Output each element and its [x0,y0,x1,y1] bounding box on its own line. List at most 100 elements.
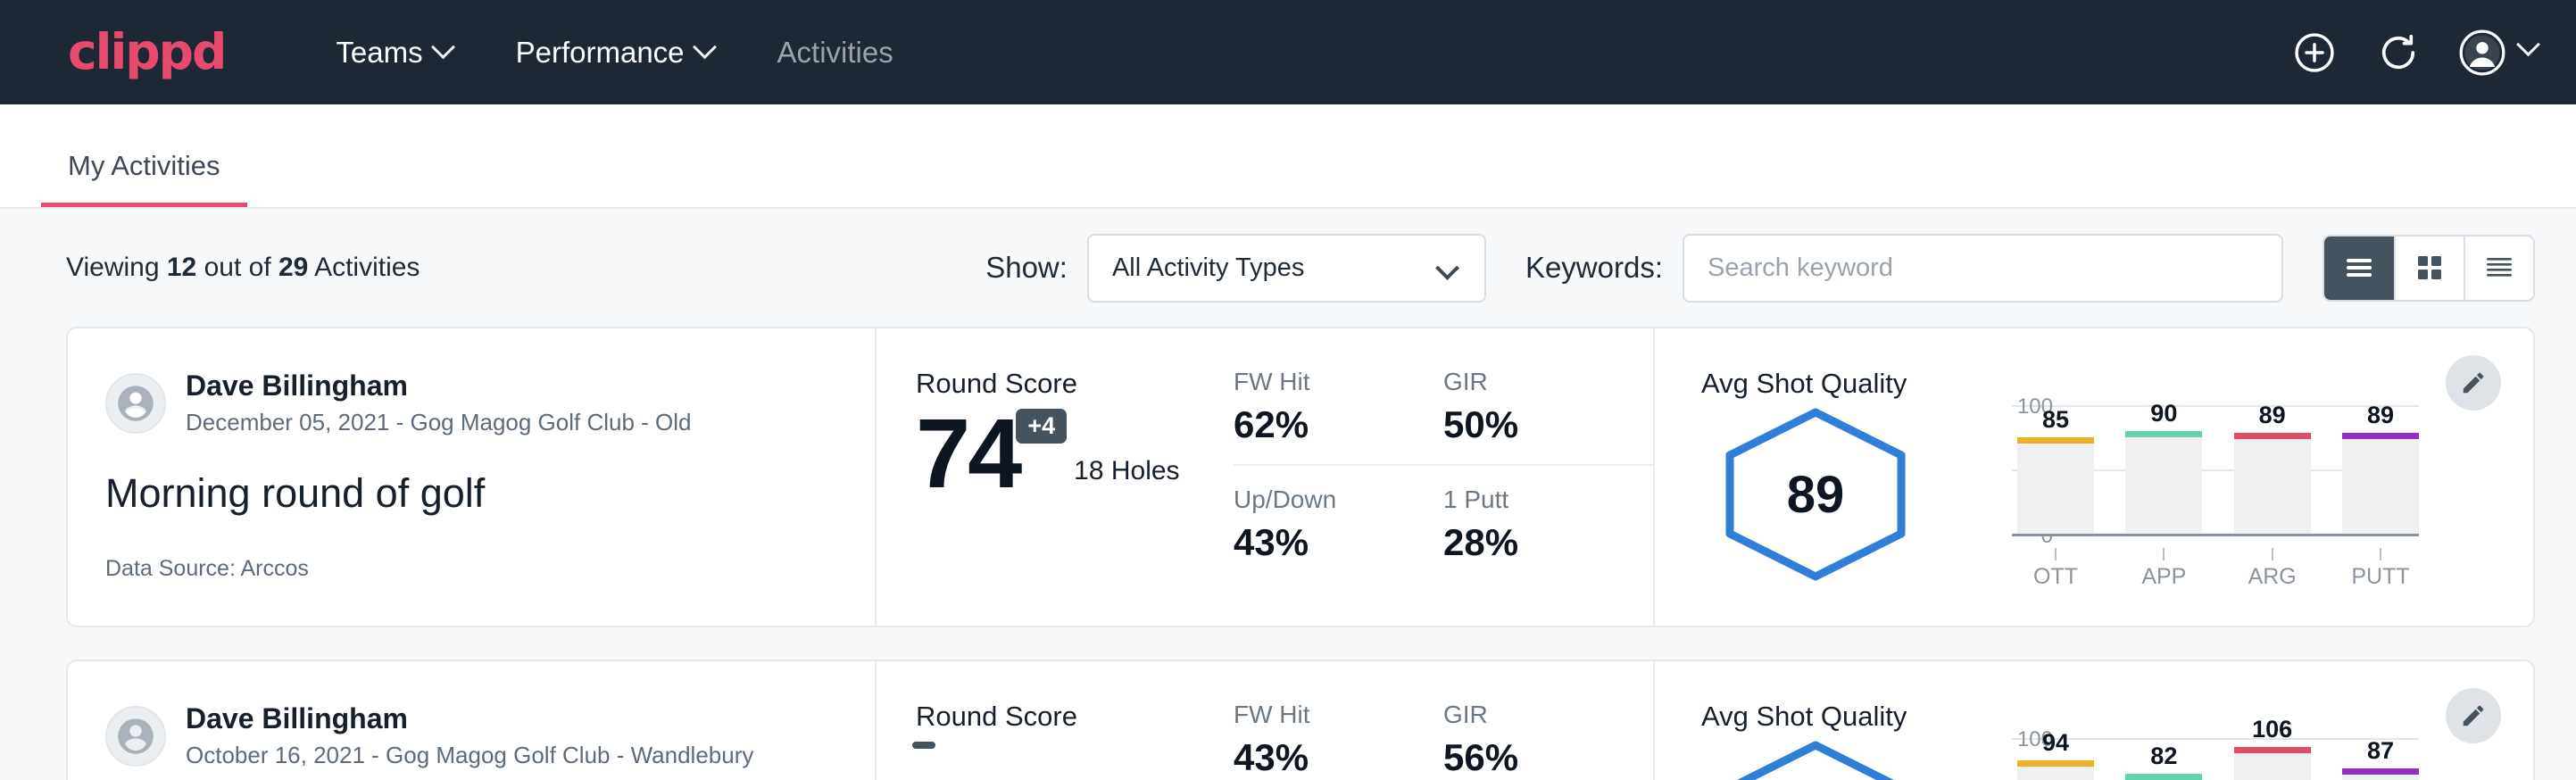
shot-quality-body: 100 50 0 94 82 [1701,738,2533,780]
nav-item-teams[interactable]: Teams [303,36,483,70]
account-menu[interactable] [2459,29,2537,76]
bar-cap [2342,768,2419,775]
nav-item-performance[interactable]: Performance [484,36,745,70]
chevron-down-icon [693,35,717,59]
activity-summary: Dave Billingham October 16, 2021 - Gog M… [68,661,877,780]
chevron-down-icon [1435,256,1459,280]
activity-summary: Dave Billingham December 05, 2021 - Gog … [68,328,877,626]
shot-quality-value [1717,738,1914,780]
stat-value: 62% [1234,403,1413,446]
nav-item-label: Teams [336,36,422,70]
viewing-total: 29 [278,253,308,282]
score-row: 74 +4 18 Holes [916,409,1234,499]
bar [2342,433,2419,534]
chart-x-labels: OTT APP ARG PUTT [2017,564,2419,590]
bar-cap [2125,774,2202,780]
bar [2017,760,2094,780]
list-view-button[interactable] [2324,236,2394,300]
shot-quality-chart: 100 50 0 85 90 [1964,405,2419,590]
round-score-block: Round Score 74 +4 18 Holes [877,328,1234,626]
viewing-prefix: Viewing [66,253,160,282]
viewing-mid: out of [204,253,271,282]
shot-quality-block: Avg Shot Quality 89 100 50 0 [1653,328,2533,626]
activity-card[interactable]: Dave Billingham October 16, 2021 - Gog M… [66,660,2535,780]
activity-title: Morning round of golf [105,470,875,517]
stat-label: FW Hit [1234,701,1413,729]
bar [2125,774,2202,780]
account-avatar-icon[interactable] [2459,29,2505,76]
chevron-down-icon [2516,32,2540,56]
stat-fw-hit: FW Hit 43% [1234,701,1443,780]
round-score-label: Round Score [916,368,1234,400]
grid-view-button[interactable] [2394,236,2464,300]
activity-meta: October 16, 2021 - Gog Magog Golf Club -… [186,739,753,771]
activity-card[interactable]: Dave Billingham December 05, 2021 - Gog … [66,327,2535,627]
score-differential-badge: +4 [1016,409,1067,444]
nav-item-label: Activities [777,36,893,70]
bar [2234,433,2311,534]
edit-activity-button[interactable] [2446,688,2501,743]
search-input[interactable]: Search keyword [1683,234,2283,303]
nav-item-activities[interactable]: Activities [745,36,926,70]
bar-group-app: 90 [2125,400,2202,534]
bar-cap [2017,760,2094,767]
x-label: APP [2125,564,2202,590]
avatar [105,373,166,434]
bar-cap [2234,433,2311,439]
shot-quality-hexagon [1717,738,1914,780]
bar [2342,768,2419,780]
chart-plot-area: 100 50 0 94 82 [1964,738,2419,780]
shot-quality-block: Avg Shot Quality 100 50 0 94 [1653,661,2533,780]
stat-value: 28% [1443,521,1623,564]
compact-view-button[interactable] [2464,236,2533,300]
activity-type-value: All Activity Types [1112,253,1304,283]
activity-type-select[interactable]: All Activity Types [1087,234,1486,303]
activity-meta: December 05, 2021 - Gog Magog Golf Club … [186,406,692,438]
nav-item-label: Performance [516,36,685,70]
viewing-count: 12 [167,253,196,282]
x-tick [2017,548,2094,560]
score-differential-badge [912,742,935,749]
bar-value: 85 [2042,406,2069,434]
bar-group-ott: 94 [2017,729,2094,780]
stat-value: 56% [1443,736,1623,779]
score-row [916,742,1234,758]
chart-bars: 94 82 106 8 [2017,738,2419,780]
edit-activity-button[interactable] [2446,355,2501,411]
bar-value: 87 [2367,737,2394,765]
bar-value: 94 [2042,729,2069,757]
main-nav: Teams Performance Activities [303,36,925,70]
chart-plot-area: 100 50 0 85 90 [1964,405,2419,548]
chart-bars: 85 90 89 89 [2017,405,2419,534]
bar [2234,747,2311,780]
stat-value: 50% [1443,403,1623,446]
app-header: clippd Teams Performance Activities [0,0,2576,104]
shot-quality-label: Avg Shot Quality [1701,368,2533,400]
stat-value: 43% [1234,736,1413,779]
bar-cap [2234,747,2311,753]
bar [2125,431,2202,534]
stat-gir: GIR 56% [1443,701,1653,780]
stat-gir: GIR 50% [1443,368,1653,466]
refresh-icon[interactable] [2375,29,2422,76]
shot-quality-label: Avg Shot Quality [1701,701,2533,733]
x-tick [2125,548,2202,560]
x-label: ARG [2234,564,2311,590]
x-label: OTT [2017,564,2094,590]
stat-fw-hit: FW Hit 62% [1234,368,1443,466]
clippd-logo[interactable]: clippd [68,28,225,77]
shot-quality-chart: 100 50 0 94 82 [1964,738,2419,780]
tab-my-activities[interactable]: My Activities [41,152,247,207]
bar-value: 82 [2150,743,2177,770]
bar-group-putt: 89 [2342,402,2419,534]
add-circle-icon[interactable] [2291,29,2338,76]
round-score-block: Round Score [877,661,1234,780]
bar [2017,437,2094,534]
round-score-label: Round Score [916,701,1234,733]
stats-grid: FW Hit 43% GIR 56% [1234,661,1653,780]
activity-card-list: Dave Billingham December 05, 2021 - Gog … [0,327,2576,780]
viewing-count-text: Viewing 12 out of 29 Activities [66,253,420,283]
x-label: PUTT [2342,564,2419,590]
data-source: Data Source: Arccos [105,556,875,582]
keywords-label: Keywords: [1525,251,1663,285]
